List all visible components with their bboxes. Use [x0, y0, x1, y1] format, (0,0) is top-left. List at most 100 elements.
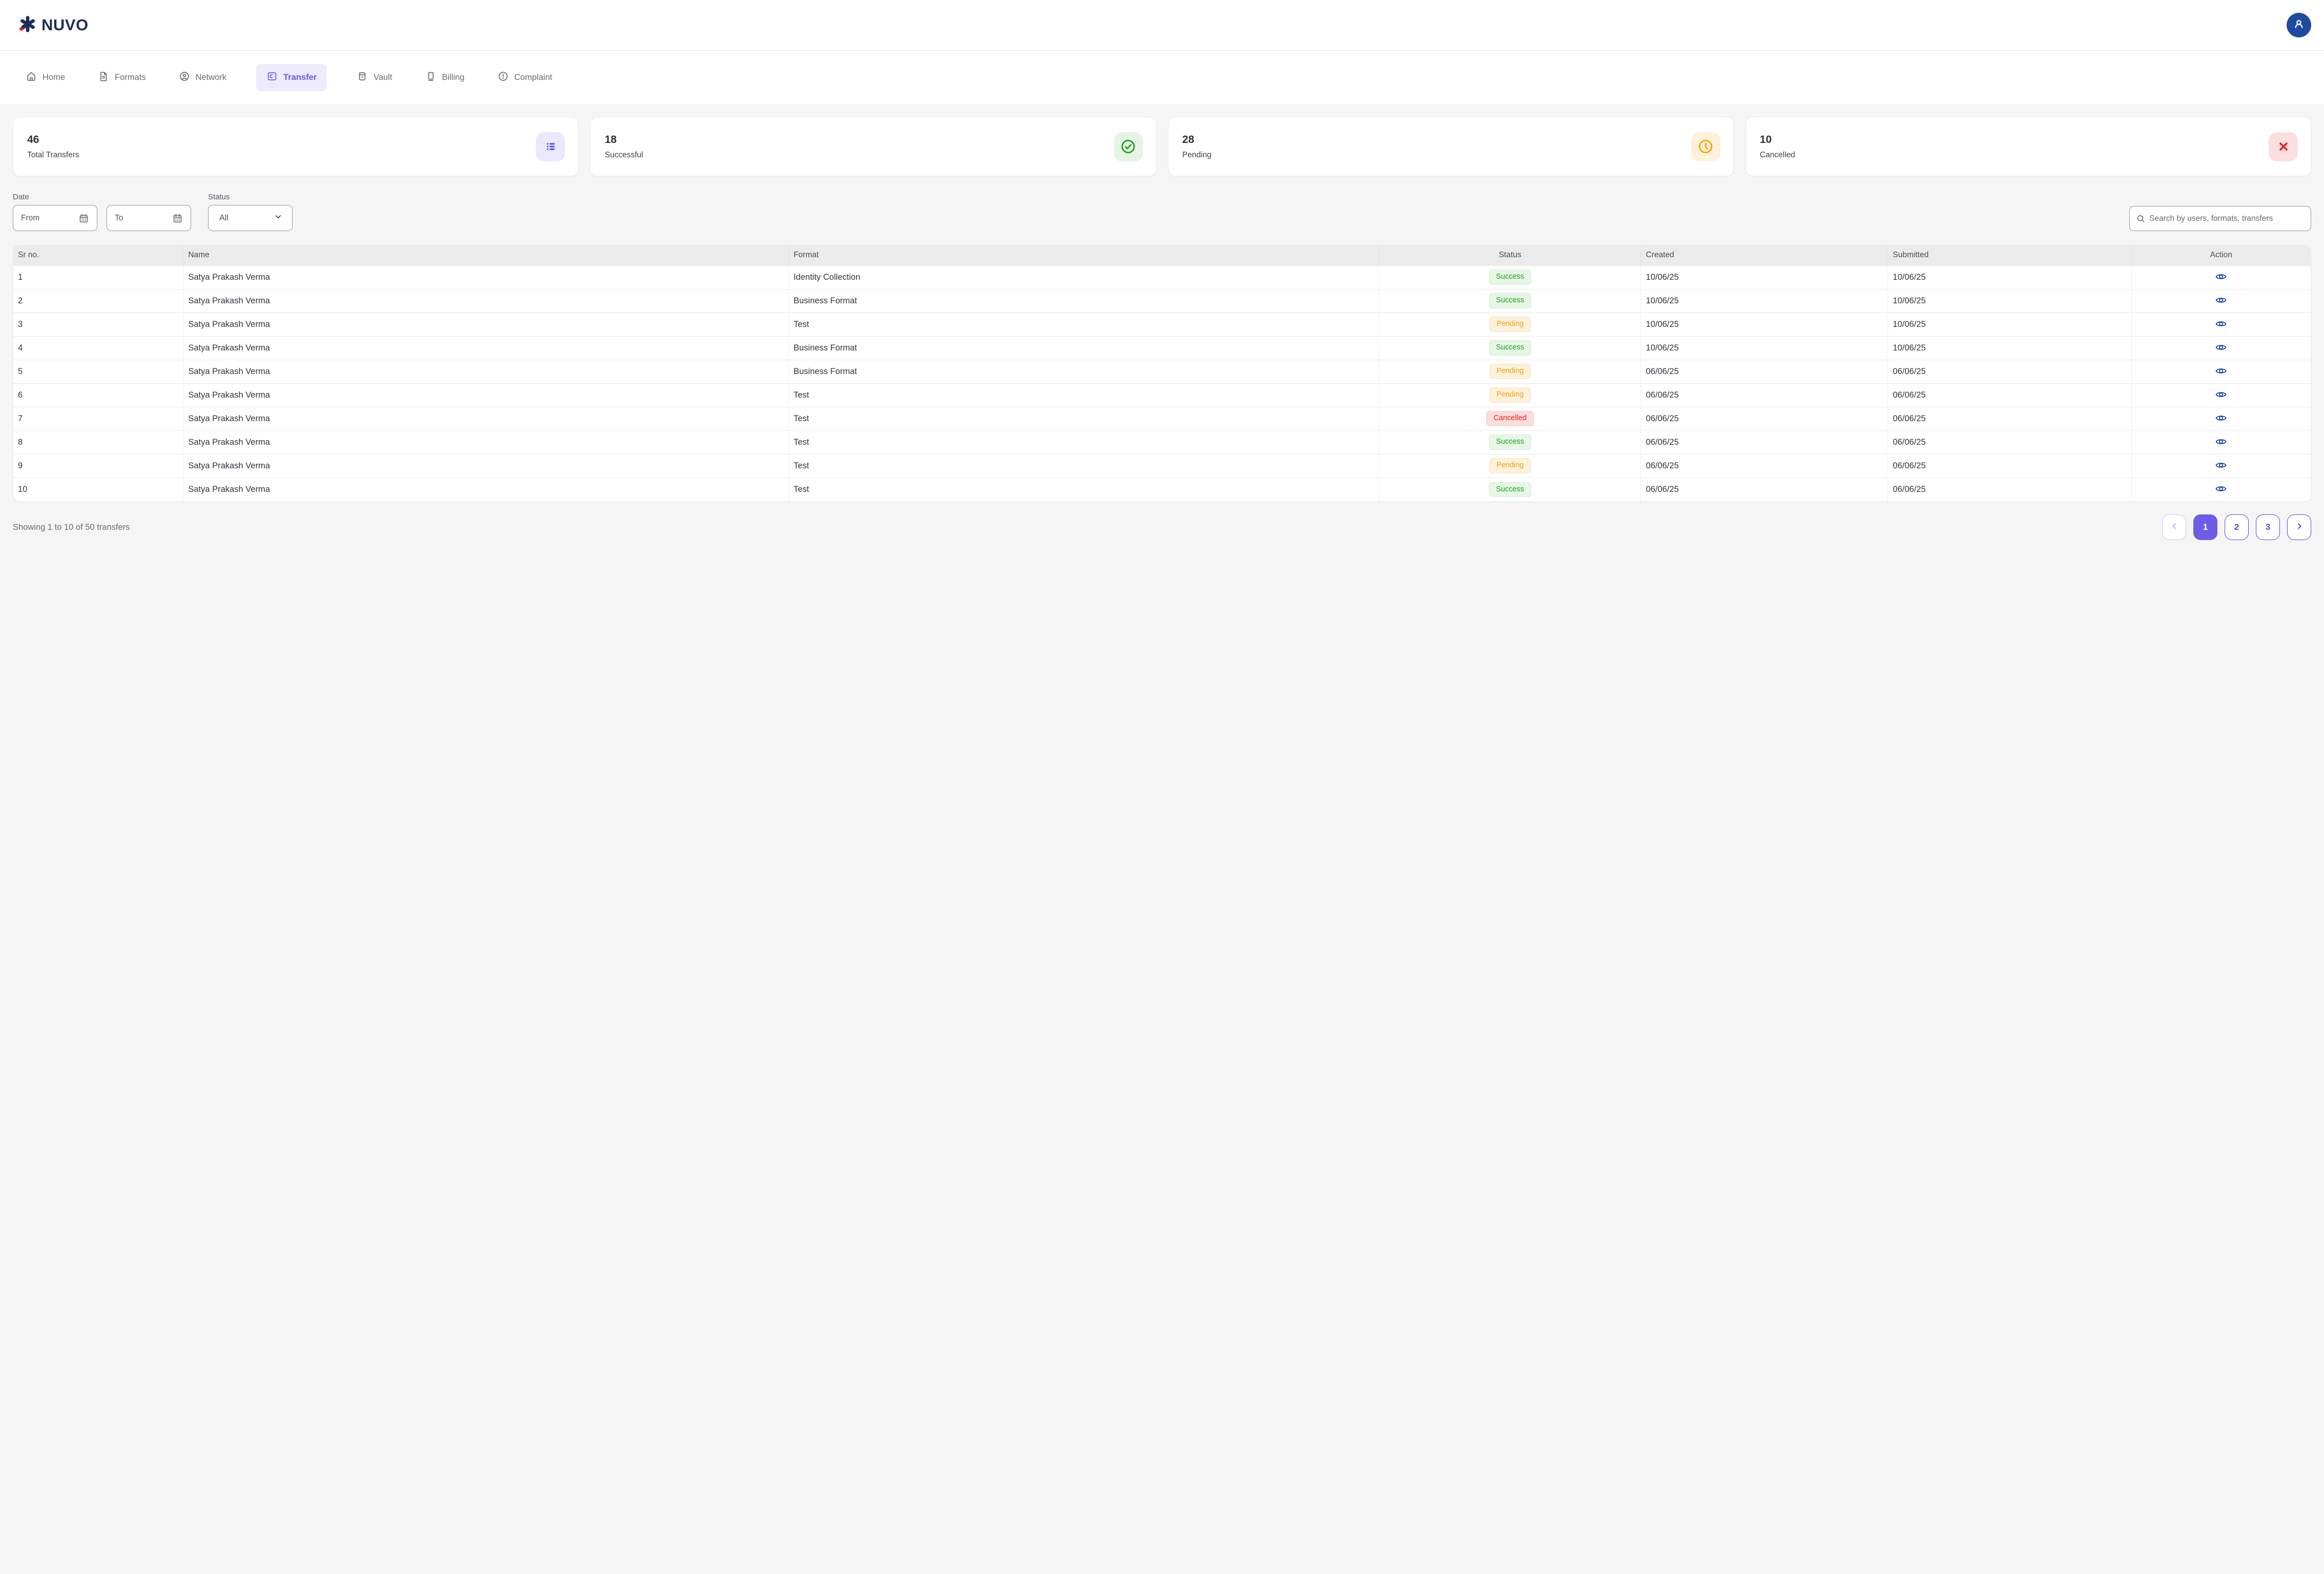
table-row: 10 Satya Prakash Verma Test Success 06/0…: [13, 478, 2311, 501]
cell-name: Satya Prakash Verma: [183, 360, 789, 383]
user-icon: [2292, 17, 2306, 34]
user-circle-icon: [179, 71, 190, 85]
cell-format: Test: [789, 383, 1379, 407]
cell-name: Satya Prakash Verma: [183, 407, 789, 430]
cell-submitted: 06/06/25: [1888, 407, 2131, 430]
stat-card-cancelled: 10 Cancelled: [1746, 117, 2311, 176]
cell-created: 10/06/25: [1641, 289, 1888, 313]
pagination: 123: [2162, 514, 2311, 540]
status-select-value: All: [219, 214, 229, 223]
billing-icon: [425, 71, 437, 85]
eye-icon: [2215, 365, 2227, 379]
page-button-2[interactable]: 2: [2225, 514, 2249, 540]
clock-icon: [1691, 132, 1720, 161]
eye-icon: [2215, 294, 2227, 308]
status-badge: Success: [1489, 293, 1531, 308]
table-row: 1 Satya Prakash Verma Identity Collectio…: [13, 265, 2311, 289]
status-badge: Pending: [1489, 458, 1531, 473]
cell-submitted: 06/06/25: [1888, 454, 2131, 478]
col-sr-no: Sr no.: [13, 245, 183, 265]
cell-created: 06/06/25: [1641, 478, 1888, 501]
status-badge: Cancelled: [1486, 411, 1534, 426]
prev-page-button[interactable]: [2162, 514, 2186, 540]
status-badge: Success: [1489, 340, 1531, 355]
next-page-button[interactable]: [2287, 514, 2311, 540]
x-icon: [2269, 132, 2298, 161]
cell-name: Satya Prakash Verma: [183, 265, 789, 289]
cell-name: Satya Prakash Verma: [183, 313, 789, 336]
nav-item-billing[interactable]: Billing: [422, 64, 468, 91]
view-action-button[interactable]: [2213, 386, 2229, 404]
cell-format: Test: [789, 430, 1379, 454]
search-input[interactable]: [2129, 206, 2311, 231]
view-action-button[interactable]: [2213, 363, 2229, 381]
cell-format: Test: [789, 313, 1379, 336]
cell-created: 06/06/25: [1641, 383, 1888, 407]
top-bar: NUVO: [0, 0, 2324, 51]
col-submitted: Submitted: [1888, 245, 2131, 265]
view-action-button[interactable]: [2213, 316, 2229, 334]
cell-name: Satya Prakash Verma: [183, 430, 789, 454]
check-circle-icon: [1114, 132, 1143, 161]
chevron-left-icon: [2170, 522, 2179, 533]
page-button-3[interactable]: 3: [2256, 514, 2280, 540]
status-select[interactable]: All: [208, 205, 293, 231]
status-badge: Success: [1489, 482, 1531, 497]
profile-avatar[interactable]: [2287, 13, 2311, 37]
stat-card-successful: 18 Successful: [590, 117, 1156, 176]
cell-sr: 6: [13, 383, 183, 407]
stat-card-pending: 28 Pending: [1168, 117, 1734, 176]
home-icon: [26, 71, 37, 85]
nav-item-transfer[interactable]: Transfer: [256, 64, 327, 91]
stat-value: 46: [27, 134, 79, 146]
vault-icon: [357, 71, 368, 85]
status-badge: Pending: [1489, 387, 1531, 402]
table-row: 7 Satya Prakash Verma Test Cancelled 06/…: [13, 407, 2311, 430]
list-icon: [536, 132, 565, 161]
stat-value: 18: [605, 134, 643, 146]
view-action-button[interactable]: [2213, 339, 2229, 357]
cell-name: Satya Prakash Verma: [183, 478, 789, 501]
view-action-button[interactable]: [2213, 292, 2229, 310]
nav-item-network[interactable]: Network: [176, 64, 230, 91]
table-header-row: Sr no. Name Format Status Created Submit…: [13, 245, 2311, 265]
view-action-button[interactable]: [2213, 481, 2229, 499]
col-status: Status: [1379, 245, 1641, 265]
eye-icon: [2215, 483, 2227, 496]
cell-sr: 8: [13, 430, 183, 454]
cell-submitted: 10/06/25: [1888, 265, 2131, 289]
view-action-button[interactable]: [2213, 433, 2229, 451]
alert-circle-icon: [497, 71, 509, 85]
transfers-table: Sr no. Name Format Status Created Submit…: [13, 245, 2311, 502]
view-action-button[interactable]: [2213, 457, 2229, 475]
nav-item-formats[interactable]: Formats: [95, 64, 149, 91]
view-action-button[interactable]: [2213, 268, 2229, 286]
cell-sr: 5: [13, 360, 183, 383]
cell-name: Satya Prakash Verma: [183, 336, 789, 360]
cell-format: Business Format: [789, 289, 1379, 313]
status-badge: Success: [1489, 270, 1531, 284]
chevron-right-icon: [2295, 522, 2304, 533]
nav-item-complaint[interactable]: Complaint: [494, 64, 555, 91]
cell-submitted: 06/06/25: [1888, 360, 2131, 383]
view-action-button[interactable]: [2213, 410, 2229, 428]
cell-sr: 10: [13, 478, 183, 501]
stat-card-total-transfers: 46 Total Transfers: [13, 117, 578, 176]
nav-item-home[interactable]: Home: [23, 64, 68, 91]
transfer-icon: [266, 71, 278, 85]
cell-created: 06/06/25: [1641, 407, 1888, 430]
page-button-1[interactable]: 1: [2193, 514, 2217, 540]
chevron-down-icon: [274, 212, 283, 224]
table-row: 5 Satya Prakash Verma Business Format Pe…: [13, 360, 2311, 383]
asterisk-icon: [18, 15, 37, 36]
stat-cards: 46 Total Transfers 18 Successful 28 Pend…: [13, 117, 2311, 176]
table-row: 3 Satya Prakash Verma Test Pending 10/06…: [13, 313, 2311, 336]
nav-item-vault[interactable]: Vault: [354, 64, 395, 91]
cell-name: Satya Prakash Verma: [183, 289, 789, 313]
cell-sr: 2: [13, 289, 183, 313]
main-nav: Home Formats Network Transfer Vault Bill…: [0, 51, 2324, 105]
cell-name: Satya Prakash Verma: [183, 454, 789, 478]
stat-label: Total Transfers: [27, 151, 79, 160]
cell-sr: 3: [13, 313, 183, 336]
eye-icon: [2215, 436, 2227, 449]
